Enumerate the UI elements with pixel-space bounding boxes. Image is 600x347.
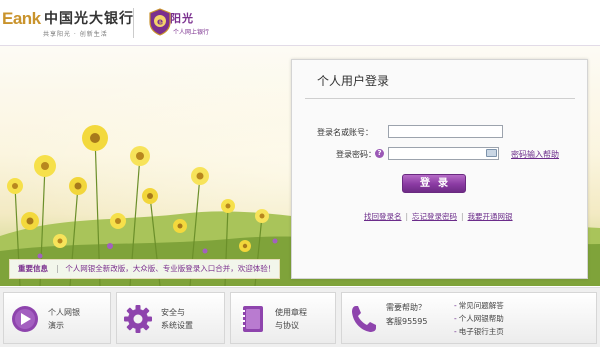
help-links: - 常见问题解答 - 个人网银帮助 - 电子银行主页: [454, 299, 504, 338]
help-title: 需要帮助？: [386, 303, 426, 312]
header-divider: [133, 8, 134, 38]
password-input[interactable]: [388, 147, 499, 160]
terms-card[interactable]: 使用章程 与协议: [230, 292, 336, 344]
password-help-link[interactable]: 密码输入帮助: [511, 149, 559, 160]
open-ebank-link[interactable]: 我要开通网银: [468, 212, 513, 221]
login-button[interactable]: 登录: [402, 174, 466, 193]
list-bullet: -: [454, 301, 457, 310]
password-label: 登录密码：: [336, 150, 376, 159]
demo-card-line2: 演示: [48, 321, 64, 330]
service-phone: 客服95595: [386, 317, 428, 326]
terms-card-line1: 使用章程: [275, 308, 307, 317]
phone-icon: [352, 306, 376, 332]
list-bullet: -: [454, 327, 457, 336]
brand-name: 阳光: [170, 12, 194, 25]
play-icon: [12, 306, 38, 332]
bottom-bar: 个人网银 演示 安全与 系统设置 使用章程 与协议 需要帮助？ 客服95595 …: [0, 287, 600, 347]
notice-separator: |: [56, 264, 59, 273]
username-label: 登录名或账号：: [317, 128, 373, 137]
gear-icon: [124, 305, 152, 333]
question-icon[interactable]: ?: [375, 149, 384, 158]
ebank-home-link[interactable]: 电子银行主页: [459, 327, 504, 336]
login-divider: [305, 98, 575, 99]
forgot-password-link[interactable]: 忘记登录密码: [412, 212, 457, 221]
bank-slogan: 共享阳光 · 创新生活: [43, 31, 108, 38]
demo-card-line1: 个人网银: [48, 308, 80, 317]
security-card[interactable]: 安全与 系统设置: [116, 292, 225, 344]
virtual-keyboard-icon[interactable]: [486, 149, 497, 157]
faq-link[interactable]: 常见问题解答: [459, 301, 504, 310]
brand-subtitle: 个人网上银行: [173, 29, 210, 36]
shield-logo-icon: e: [149, 8, 171, 36]
security-card-line1: 安全与: [161, 308, 185, 317]
demo-card[interactable]: 个人网银 演示: [3, 292, 111, 344]
username-input[interactable]: [388, 125, 503, 138]
notice-title: 重要信息: [18, 264, 48, 273]
ebank-logo[interactable]: Eank: [2, 9, 41, 29]
link-separator: |: [405, 212, 409, 221]
login-panel: 个人用户登录 登录名或账号： 登录密码： ? 密码输入帮助 登录 找回登录名 | 忘…: [291, 59, 588, 279]
find-username-link[interactable]: 找回登录名: [364, 212, 402, 221]
security-card-line2: 系统设置: [161, 321, 193, 330]
notebook-icon: [241, 306, 263, 332]
link-separator: |: [461, 212, 464, 221]
ebank-help-link[interactable]: 个人网银帮助: [459, 314, 504, 323]
bank-name: 中国光大银行: [44, 11, 134, 27]
login-title: 个人用户登录: [317, 74, 390, 88]
list-bullet: -: [454, 314, 457, 323]
important-notice: 重要信息 | 个人网银全新改版，大众版、专业版登录入口合并，欢迎体验！: [9, 259, 280, 279]
help-card: 需要帮助？ 客服95595 - 常见问题解答 - 个人网银帮助 - 电子银行主页: [341, 292, 597, 344]
terms-card-line2: 与协议: [275, 321, 299, 330]
notice-text[interactable]: 个人网银全新改版，大众版、专业版登录入口合并，欢迎体验！: [65, 264, 275, 273]
ebank-logo-text: Eank: [2, 9, 41, 28]
svg-text:e: e: [157, 18, 163, 28]
header: Eank 中国光大银行 共享阳光 · 创新生活 e 阳光 个人网上银行: [0, 0, 600, 46]
login-links: 找回登录名 | 忘记登录密码 | 我要开通网银: [364, 211, 513, 222]
